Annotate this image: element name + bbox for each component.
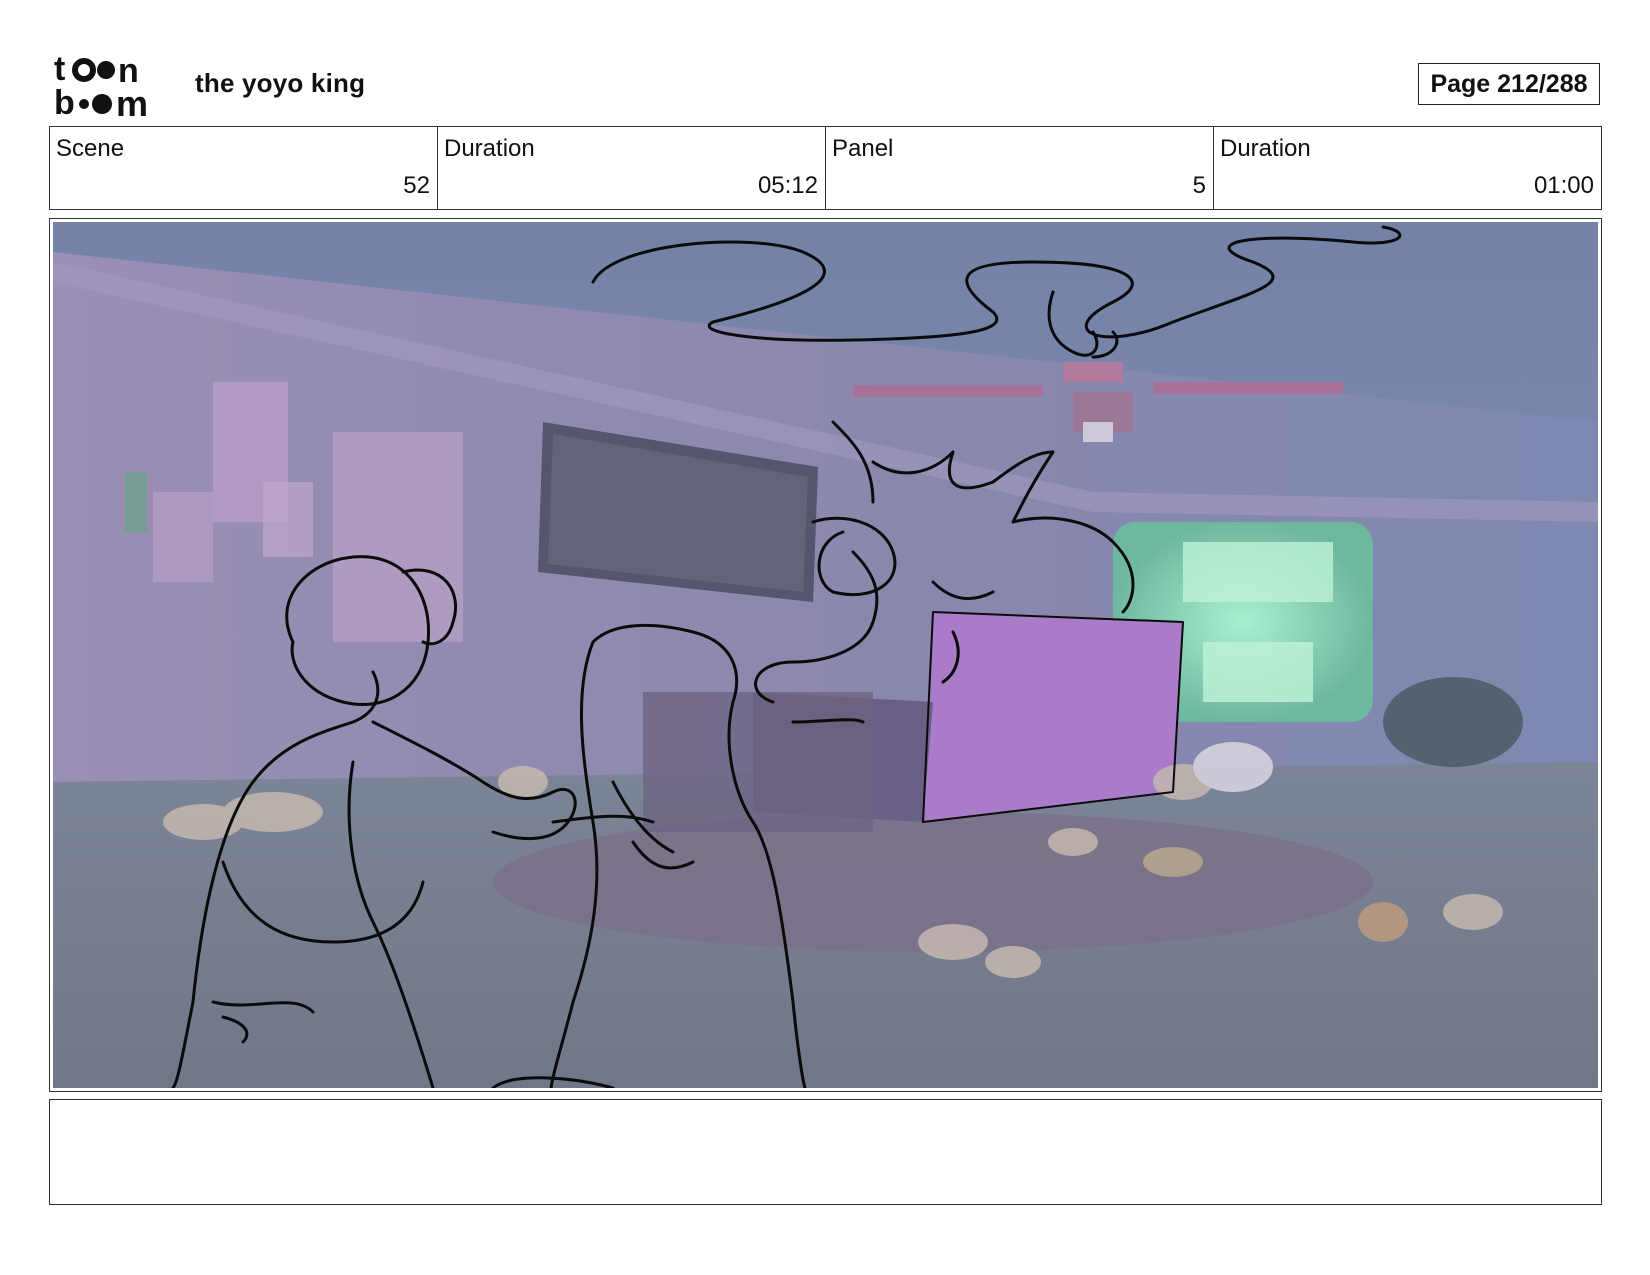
- page-indicator: Page 212/288: [1418, 63, 1600, 105]
- panel-duration-cell: Duration 01:00: [1214, 127, 1601, 209]
- storyboard-panel: [49, 218, 1602, 1092]
- project-title: the yoyo king: [195, 68, 366, 98]
- svg-text:t: t: [54, 52, 65, 88]
- svg-text:m: m: [116, 83, 148, 118]
- toonboom-logo: t n b m: [54, 52, 148, 118]
- scene-label: Scene: [56, 135, 125, 162]
- panel-duration-value: 01:00: [1533, 172, 1594, 199]
- scene-duration-label: Duration: [444, 135, 535, 162]
- panel-duration-label: Duration: [1220, 135, 1311, 162]
- panel-label: Panel: [832, 135, 894, 162]
- storyboard-sketch-image: [53, 222, 1598, 1088]
- scene-value: 52: [403, 172, 430, 199]
- scene-info-table: Scene 52 Duration 05:12 Panel 5 Duration…: [49, 126, 1602, 210]
- page-label: Page 212/288: [1430, 69, 1588, 98]
- svg-text:b: b: [54, 84, 75, 118]
- scene-duration-value: 05:12: [757, 172, 818, 199]
- panel-notes-box[interactable]: [49, 1099, 1602, 1205]
- panel-value: 5: [1192, 172, 1206, 199]
- panel-cell: Panel 5: [826, 127, 1214, 209]
- scene-cell: Scene 52: [50, 127, 438, 209]
- scene-duration-cell: Duration 05:12: [438, 127, 826, 209]
